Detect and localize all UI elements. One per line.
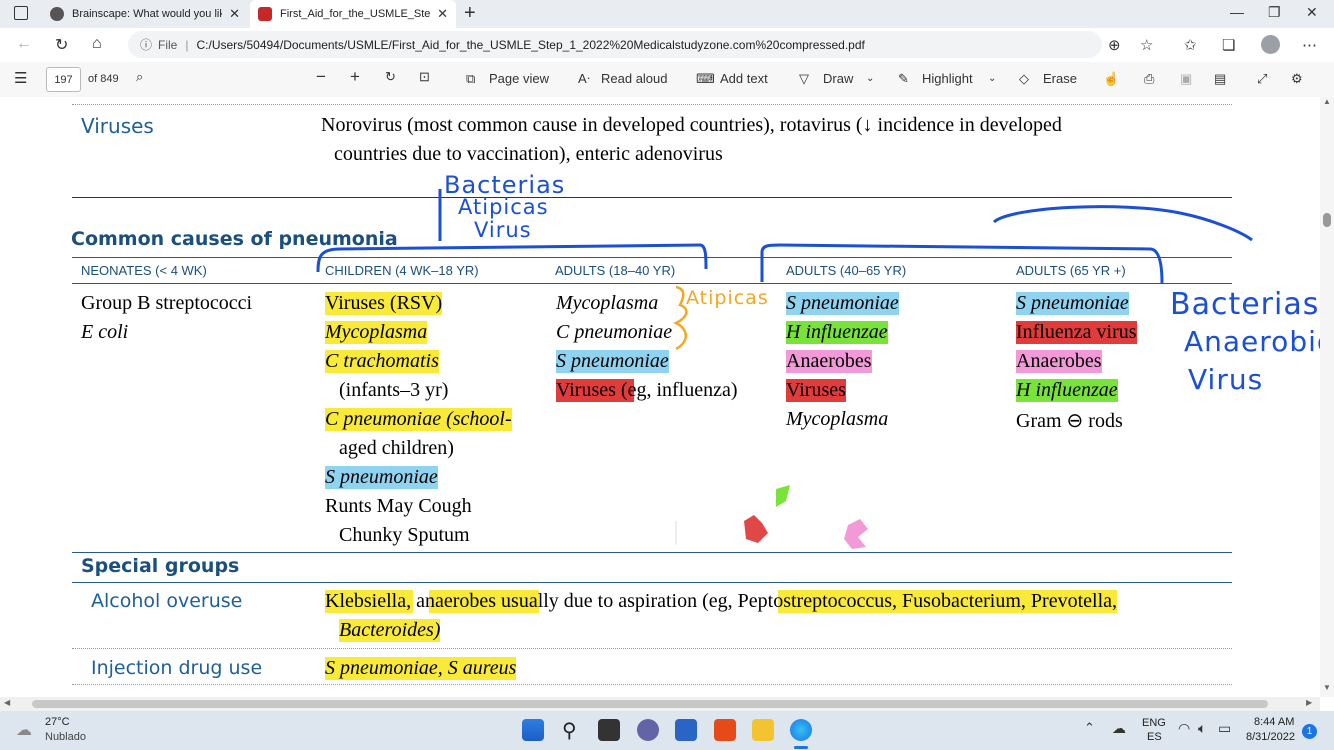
- ink-strokes: [316, 189, 1253, 545]
- profile-avatar[interactable]: [1261, 35, 1280, 54]
- tab-brainscape[interactable]: Brainscape: What would you like ✕: [42, 0, 248, 28]
- ink-note-right: Bacterias: [1170, 287, 1320, 322]
- draw-icon: ▽: [799, 71, 809, 86]
- new-tab-button[interactable]: +: [464, 2, 476, 25]
- zoom-icon[interactable]: ⊕: [1108, 36, 1121, 54]
- scroll-left-icon[interactable]: ◀: [4, 698, 10, 707]
- store-icon[interactable]: [675, 719, 697, 741]
- add-text-icon: ⌨: [696, 71, 715, 86]
- office-icon[interactable]: [714, 719, 736, 741]
- ink-note-top: Atipicas: [458, 195, 549, 219]
- search-icon[interactable]: ⌕: [136, 69, 143, 85]
- wifi-icon[interactable]: ◠: [1178, 720, 1190, 737]
- weather-temp[interactable]: 27°C: [45, 716, 70, 728]
- save-as-icon[interactable]: ▤: [1214, 71, 1226, 87]
- read-aloud-button[interactable]: Read aloud: [601, 71, 668, 86]
- print-icon[interactable]: ⎙: [1144, 71, 1154, 87]
- language-line2[interactable]: ES: [1147, 731, 1162, 743]
- draw-chevron-down-icon[interactable]: ⌄: [866, 73, 874, 84]
- close-window-icon[interactable]: ✕: [1306, 4, 1318, 21]
- weather-desc[interactable]: Nublado: [45, 731, 86, 743]
- file-explorer-icon[interactable]: [752, 719, 774, 741]
- tab-actions-icon[interactable]: [14, 6, 28, 20]
- file-label: File: [158, 37, 178, 52]
- contents-icon[interactable]: ☰: [14, 69, 27, 87]
- tab-label: First_Aid_for_the_USMLE_Step_1_: [280, 8, 430, 20]
- pdf-favicon: [258, 7, 272, 21]
- ink-note-top: Virus: [474, 218, 532, 242]
- fullscreen-icon[interactable]: ⤢: [1257, 71, 1267, 87]
- start-icon[interactable]: [522, 719, 544, 741]
- save-icon[interactable]: ▣: [1180, 71, 1192, 87]
- highlight-chevron-down-icon[interactable]: ⌄: [988, 73, 996, 84]
- erase-button[interactable]: Erase: [1043, 71, 1077, 86]
- task-view-icon[interactable]: [598, 719, 620, 741]
- page-number-input[interactable]: 197: [46, 67, 81, 92]
- fit-page-icon[interactable]: ⊡: [419, 69, 430, 85]
- tab-label: Brainscape: What would you like: [72, 8, 222, 20]
- scroll-thumb[interactable]: [1323, 213, 1331, 227]
- address-bar-row: ← ↻ ⌂ ⓘ File | C:/Users/50494/Documents/…: [0, 28, 1334, 62]
- page-view-button[interactable]: Page view: [489, 71, 549, 86]
- maximize-icon[interactable]: ❐: [1268, 4, 1281, 21]
- touch-write-icon[interactable]: ☝: [1103, 71, 1119, 87]
- active-app-indicator: [794, 746, 808, 749]
- close-tab-icon[interactable]: ✕: [229, 6, 240, 22]
- ink-note-right: Anaerobio: [1184, 325, 1320, 358]
- rotate-icon[interactable]: ↻: [385, 69, 396, 85]
- chat-icon[interactable]: [637, 719, 659, 741]
- home-icon[interactable]: ⌂: [92, 35, 102, 53]
- highlight-icon: ✎: [898, 71, 909, 86]
- highlight-button[interactable]: Highlight: [922, 71, 973, 86]
- battery-icon[interactable]: ▭: [1218, 720, 1231, 737]
- add-text-button[interactable]: Add text: [720, 71, 768, 86]
- vertical-scrollbar[interactable]: ▲ ▼: [1320, 97, 1334, 697]
- tab-pdf[interactable]: First_Aid_for_the_USMLE_Step_1_ ✕: [250, 0, 456, 28]
- zoom-in-icon[interactable]: +: [350, 67, 360, 87]
- separator: |: [185, 37, 189, 52]
- scroll-right-icon[interactable]: ▶: [1306, 698, 1312, 707]
- favorites-icon[interactable]: ✩: [1184, 36, 1197, 54]
- horizontal-scrollbar[interactable]: ◀ ▶: [0, 697, 1320, 711]
- clock-time[interactable]: 8:44 AM: [1254, 716, 1294, 728]
- close-tab-icon[interactable]: ✕: [437, 6, 448, 22]
- back-icon[interactable]: ←: [16, 35, 32, 53]
- draw-button[interactable]: Draw: [823, 71, 853, 86]
- ink-note-atipicas: Atipicas: [686, 287, 769, 309]
- ink-note-right: Virus: [1188, 363, 1264, 396]
- hscroll-thumb[interactable]: [32, 700, 1268, 708]
- search-taskbar-icon[interactable]: ⚲: [562, 718, 577, 743]
- scroll-down-icon[interactable]: ▼: [1323, 683, 1331, 692]
- page-count: of 849: [88, 73, 119, 85]
- url-text: C:/Users/50494/Documents/USMLE/First_Aid…: [196, 37, 865, 52]
- pdf-page: Viruses Norovirus (most common cause in …: [0, 97, 1320, 697]
- tab-bar: Brainscape: What would you like ✕ First_…: [0, 0, 1334, 28]
- page-view-icon: ⧉: [466, 71, 476, 86]
- erase-icon: ◇: [1019, 71, 1029, 86]
- read-aloud-icon: Aᐧ: [578, 71, 590, 86]
- volume-icon[interactable]: 🔈︎: [1198, 720, 1206, 737]
- onedrive-icon[interactable]: ☁: [1112, 720, 1126, 737]
- address-field[interactable]: ⓘ File | C:/Users/50494/Documents/USMLE/…: [128, 31, 1102, 58]
- edge-icon[interactable]: [790, 719, 812, 741]
- minimize-icon[interactable]: —: [1230, 4, 1244, 20]
- zoom-out-icon[interactable]: −: [316, 67, 326, 87]
- info-icon: ⓘ: [140, 38, 153, 52]
- taskbar: ☁ 27°C Nublado ⚲ ⌃ ☁ ENG ES ◠ 🔈︎ ▭ 8:44 …: [0, 711, 1334, 750]
- brainscape-favicon: [50, 7, 64, 21]
- clock-date[interactable]: 8/31/2022: [1246, 731, 1295, 743]
- tray-chevron-up-icon[interactable]: ⌃: [1084, 720, 1095, 736]
- favorite-icon[interactable]: ☆: [1140, 36, 1153, 54]
- notification-badge[interactable]: 1: [1302, 724, 1317, 739]
- weather-icon[interactable]: ☁: [16, 720, 32, 740]
- language-line1[interactable]: ENG: [1142, 717, 1166, 729]
- pdf-toolbar: ☰ 197 of 849 ⌕ − + ↻ ⊡ ⧉ Page view Aᐧ Re…: [0, 62, 1334, 98]
- collections-icon[interactable]: ❏: [1222, 36, 1235, 54]
- settings-gear-icon[interactable]: ⚙: [1291, 71, 1303, 87]
- refresh-icon[interactable]: ↻: [55, 35, 68, 55]
- scroll-up-icon[interactable]: ▲: [1323, 97, 1331, 106]
- more-icon[interactable]: ⋯: [1302, 36, 1317, 54]
